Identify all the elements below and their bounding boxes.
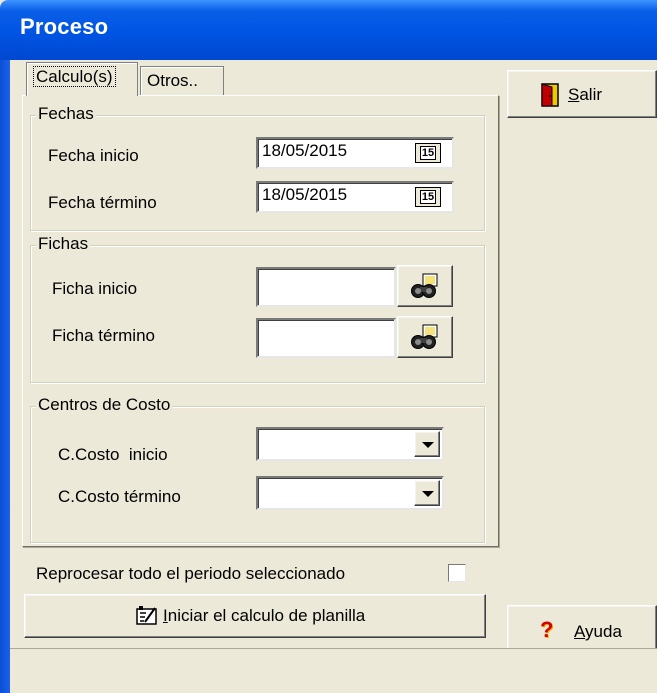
centros-costo-group-title: Centros de Costo [36,395,173,415]
question-mark-icon: ? [540,617,554,642]
ficha-inicio-label: Ficha inicio [52,279,138,298]
iniciar-label: niciar el calculo de planilla [167,606,366,625]
window-title: Proceso [20,14,109,39]
window-left-border [0,60,10,693]
calendar-icon[interactable]: 15 [415,143,441,163]
fichas-group-title: Fichas [36,234,91,254]
chevron-down-icon [422,491,434,497]
ayuda-label: yuda [585,622,622,641]
fecha-termino-value: 18/05/2015 [262,185,348,204]
fecha-termino-label: Fecha término [48,193,157,212]
ayuda-hotkey: A [574,622,586,641]
ficha-termino-search-button[interactable] [397,316,453,358]
ccosto-termino-label: C.Costo término [58,487,181,506]
chevron-down-icon [422,442,434,448]
iniciar-calculo-button[interactable]: Iniciar el calculo de planilla [24,594,486,638]
ficha-inicio-field[interactable] [256,267,396,307]
ayuda-button[interactable]: ? Ayuda [507,605,657,653]
calendar-icon[interactable]: 15 [415,187,441,207]
ccosto-inicio-dropdown-button[interactable] [414,431,440,457]
salir-hotkey: S [568,85,580,104]
fecha-inicio-label: Fecha inicio [48,146,139,165]
reprocesar-label: Reprocesar todo el periodo seleccionado [36,564,346,583]
fechas-group-title: Fechas [36,104,96,124]
fechas-group [30,115,485,231]
ficha-termino-label: Ficha término [52,326,155,345]
ficha-termino-field[interactable] [256,318,396,358]
salir-button[interactable]: Salir [507,70,657,118]
reprocesar-checkbox[interactable] [448,564,466,582]
fecha-inicio-value: 18/05/2015 [262,141,348,160]
binoculars-icon [411,273,438,298]
tab-calculos[interactable]: Calculo(s) [26,62,138,96]
tab-calculos-label: Calculo(s) [33,66,116,87]
ficha-inicio-search-button[interactable] [397,265,453,307]
ccosto-termino-dropdown-button[interactable] [414,480,440,506]
tab-otros-label: Otros.. [147,71,199,90]
ccosto-inicio-label: C.Costo inicio [58,445,168,464]
tab-otros[interactable]: Otros.. [140,66,224,96]
salir-label: alir [579,85,603,104]
binoculars-icon [411,324,438,349]
status-bar [10,648,657,693]
door-exit-icon [541,83,559,107]
calculator-icon [136,606,157,625]
